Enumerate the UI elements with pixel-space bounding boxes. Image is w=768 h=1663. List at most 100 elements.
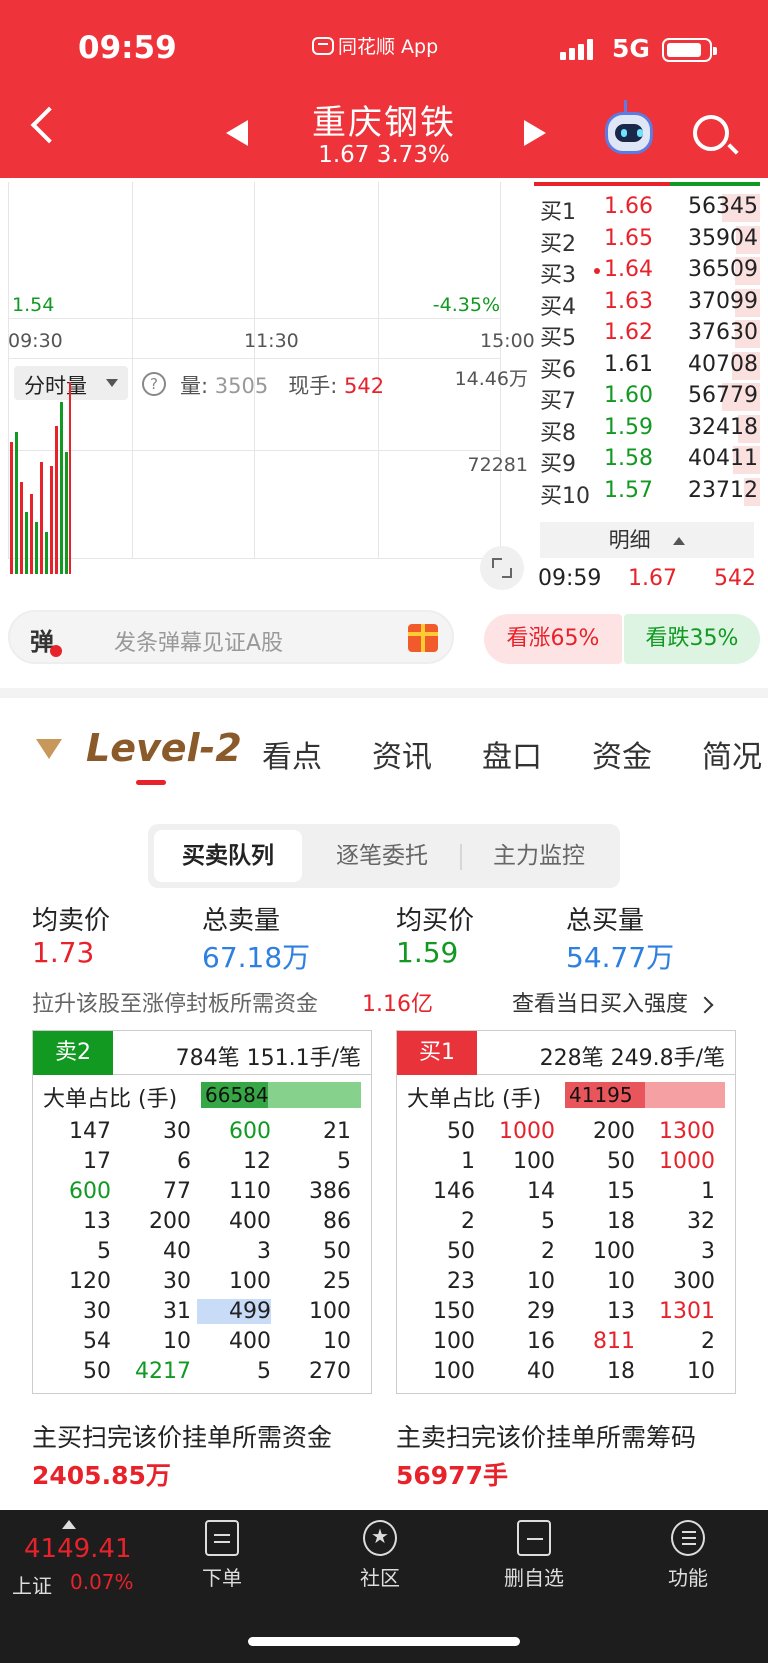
sell-big-order-label: 大单占比 (手) <box>43 1087 178 1112</box>
bear-vote-button[interactable]: 看跌35% <box>624 614 760 664</box>
segment-main-monitor[interactable]: 主力监控 <box>464 830 614 882</box>
help-icon[interactable]: ? <box>142 372 166 396</box>
queue-row: 30 31 499 100 <box>33 1297 371 1328</box>
queue-cell: 200 <box>149 1209 191 1234</box>
time-label-close: 15:00 <box>480 330 535 352</box>
battery-icon <box>662 38 717 62</box>
volume-bar <box>25 512 28 574</box>
queue-row: 23 10 10 300 <box>397 1267 735 1298</box>
tab-level2[interactable]: Level-2 <box>86 726 242 770</box>
queue-row: 50 4217 5 270 <box>33 1357 371 1388</box>
order-book-row[interactable]: 买2 1.65 35904 <box>534 222 760 257</box>
volume-bar <box>50 466 53 574</box>
queue-row: 50 2 100 3 <box>397 1237 735 1268</box>
queue-cell: 120 <box>69 1269 111 1294</box>
segment-order-by-order[interactable]: 逐笔委托 <box>308 830 456 882</box>
queue-cell: 5 <box>337 1149 351 1174</box>
queue-cell: 16 <box>527 1329 555 1354</box>
tab-highlights[interactable]: 看点 <box>262 732 322 776</box>
queue-cell: 5 <box>541 1209 555 1234</box>
queue-cell: 30 <box>163 1269 191 1294</box>
nav-place-order-label: 下单 <box>202 1566 242 1590</box>
buy-scan-funds-value: 2405.85万 <box>32 1461 171 1490</box>
queue-cell: 15 <box>607 1179 635 1204</box>
queue-cell: 600 <box>69 1179 111 1204</box>
sell-queue-panel: 卖2 784笔 151.1手/笔 大单占比 (手) 66584 147 30 600… <box>32 1030 372 1394</box>
nav-remove-watchlist[interactable]: 删自选 <box>484 1520 584 1591</box>
current-price-dot <box>594 268 600 274</box>
queue-row: 100 40 18 10 <box>397 1357 735 1388</box>
order-book-row[interactable]: 买7 1.60 56779 <box>534 379 760 414</box>
signal-icon <box>560 38 593 60</box>
order-book-row[interactable]: 买1 1.66 56345 <box>534 190 760 225</box>
queue-row: 17 6 12 5 <box>33 1147 371 1178</box>
chart-low-pct: -4.35% <box>432 294 500 316</box>
order-price: 1.66 <box>604 194 653 219</box>
limit-up-funds-value: 1.16亿 <box>362 992 433 1017</box>
queue-cell: 50 <box>323 1239 351 1264</box>
order-book-row[interactable]: 买5 1.62 37630 <box>534 316 760 351</box>
volume-info: 量: 3505 现手: 542 <box>180 370 384 400</box>
queue-cell: 1 <box>461 1149 475 1174</box>
order-book-row[interactable]: 买6 1.61 40708 <box>534 348 760 383</box>
bull-vote-button[interactable]: 看涨65% <box>484 614 622 664</box>
queue-cell: 12 <box>243 1149 271 1174</box>
nav-place-order[interactable]: 下单 <box>172 1520 272 1591</box>
buy-scan-funds-label: 主买扫完该价挂单所需资金 <box>32 1423 333 1452</box>
order-volume: 35904 <box>688 225 758 251</box>
order-book-row[interactable]: 买10 1.57 23712 <box>534 474 760 509</box>
queue-cell: 10 <box>323 1329 351 1354</box>
nav-community[interactable]: 社区 <box>330 1520 430 1591</box>
danmu-input[interactable]: 弹 发条弹幕见证A股 <box>8 610 454 664</box>
tab-news[interactable]: 资讯 <box>372 732 432 776</box>
buy-level-tag: 买1 <box>397 1031 477 1075</box>
order-volume: 32418 <box>688 414 758 440</box>
queue-segmented-control: 买卖队列 逐笔委托 主力监控 <box>148 824 620 888</box>
index-value[interactable]: 4149.41 <box>24 1534 132 1564</box>
order-price: 1.60 <box>604 383 653 408</box>
order-book-row[interactable]: 买4 1.63 37099 <box>534 285 760 320</box>
avg-buy-label: 均买价 <box>396 906 475 936</box>
tab-quotes[interactable]: 盘口 <box>482 732 542 776</box>
sell-big-order-row: 大单占比 (手) 66584 <box>33 1075 371 1115</box>
volume-bar <box>55 426 58 574</box>
buy-big-order-row: 大单占比 (手) 41195 <box>397 1075 735 1115</box>
queue-cell: 1000 <box>659 1149 715 1174</box>
queue-cell: 2 <box>461 1209 475 1234</box>
nav-functions[interactable]: 功能 <box>638 1520 738 1591</box>
queue-cell: 100 <box>433 1329 475 1354</box>
queue-row: 54 10 400 10 <box>33 1327 371 1358</box>
queue-row: 146 14 15 1 <box>397 1177 735 1208</box>
queue-cell: 29 <box>527 1299 555 1324</box>
view-buy-strength-link[interactable]: 查看当日买入强度 <box>512 986 714 1018</box>
order-book-row[interactable]: 买9 1.58 40411 <box>534 442 760 477</box>
tab-funds[interactable]: 资金 <box>592 732 652 776</box>
tab-profile[interactable]: 简况 <box>702 732 762 776</box>
volume-label: 量: <box>180 374 209 398</box>
queue-cell: 17 <box>83 1149 111 1174</box>
chevron-up-icon <box>673 537 686 545</box>
order-volume: 36509 <box>688 257 758 282</box>
order-price: 1.57 <box>604 477 653 503</box>
tick-price: 1.67 <box>628 566 677 591</box>
order-book-row[interactable]: 买8 1.59 32418 <box>534 411 760 446</box>
view-buy-strength-label: 查看当日买入强度 <box>512 992 689 1017</box>
robot-assistant-icon[interactable] <box>605 112 653 154</box>
nav-functions-label: 功能 <box>668 1566 708 1590</box>
buy-big-order-bar: 41195 <box>565 1082 725 1108</box>
queue-cell: 270 <box>309 1359 351 1384</box>
limit-up-funds-label: 拉升该股至涨停封板所需资金 <box>32 992 319 1017</box>
section-divider <box>0 688 768 698</box>
order-book-row[interactable]: 买3 1.64 36509 <box>534 253 760 288</box>
detail-button[interactable]: 明细 <box>540 522 754 558</box>
buy-queue-header: 买1 228笔 249.8手/笔 <box>397 1031 735 1075</box>
expand-icon[interactable] <box>480 546 524 590</box>
bottom-bar: 4149.41 上证 0.07% 下单 社区 删自选 功能 <box>0 1510 768 1663</box>
queue-cell: 5 <box>97 1239 111 1264</box>
order-volume: 56779 <box>688 383 758 408</box>
intraday-chart[interactable]: 1.54 -4.35% 09:30 11:30 15:00 分时量 ? 量: 3… <box>8 182 535 592</box>
sell-big-order-value: 66584 <box>205 1083 269 1107</box>
search-icon[interactable] <box>693 115 729 151</box>
segment-buy-sell-queue[interactable]: 买卖队列 <box>154 830 302 882</box>
gift-icon[interactable] <box>408 624 438 652</box>
